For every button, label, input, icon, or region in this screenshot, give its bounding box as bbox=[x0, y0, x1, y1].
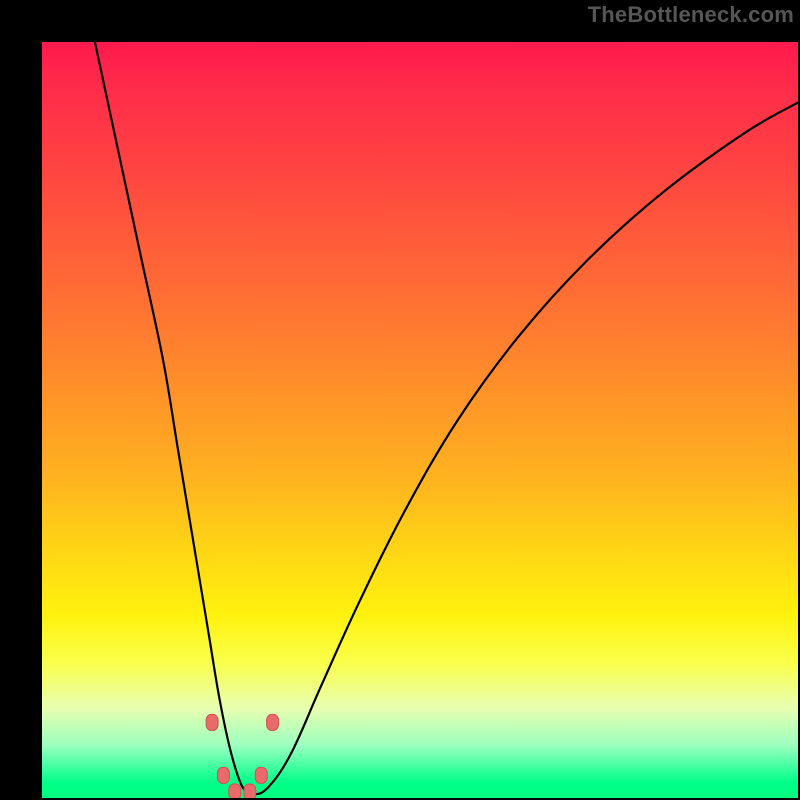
curve-layer bbox=[42, 42, 798, 798]
curve-marker bbox=[267, 714, 279, 730]
curve-marker bbox=[217, 767, 229, 783]
chart-frame bbox=[20, 20, 780, 780]
curve-marker bbox=[229, 784, 241, 798]
plot-area bbox=[42, 42, 798, 798]
watermark-text: TheBottleneck.com bbox=[588, 2, 794, 28]
curve-marker bbox=[255, 767, 267, 783]
bottleneck-curve bbox=[95, 42, 798, 794]
curve-marker bbox=[206, 714, 218, 730]
curve-marker bbox=[244, 784, 256, 798]
